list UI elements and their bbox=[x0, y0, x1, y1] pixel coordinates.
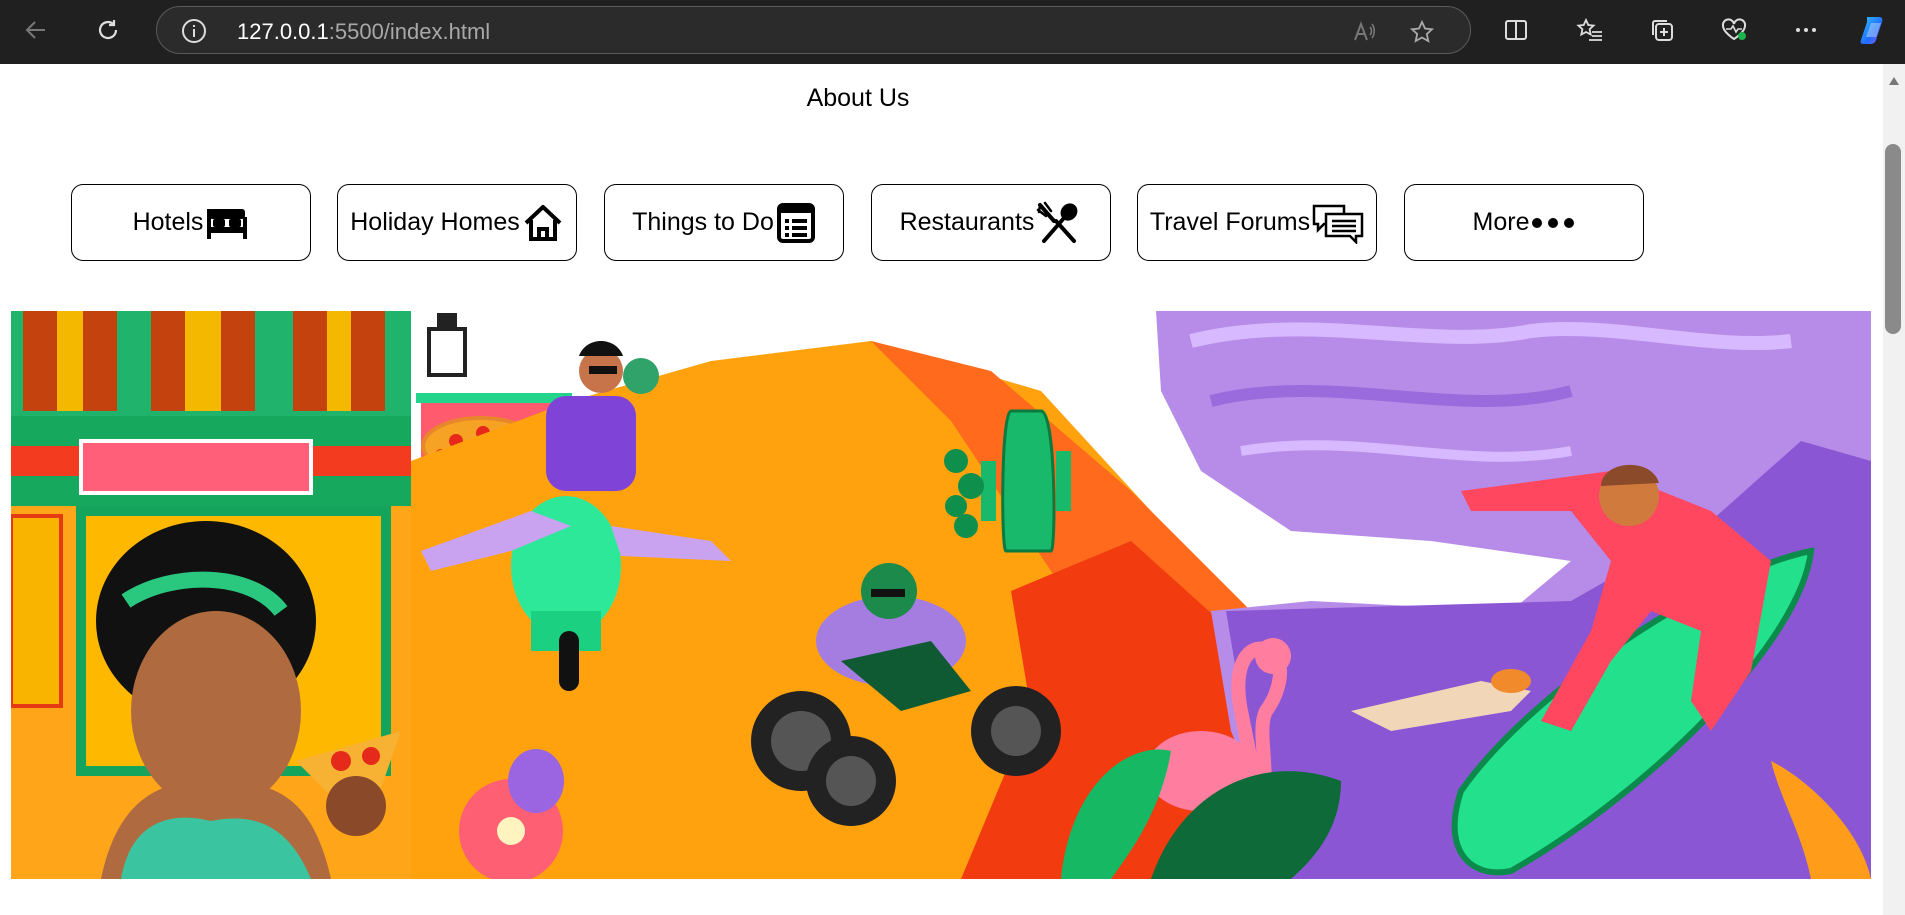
refresh-icon bbox=[98, 20, 118, 40]
chat-bubbles-icon bbox=[1312, 204, 1364, 244]
bed-icon bbox=[207, 208, 248, 239]
restaurants-label: Restaurants bbox=[899, 208, 1035, 236]
travel-forums-label: Travel Forums bbox=[1149, 208, 1311, 236]
hotels-label: Hotels bbox=[132, 208, 204, 236]
page-viewport: About Us Hotels Holiday Homes Things to … bbox=[0, 64, 1883, 915]
scroll-up-arrow-icon[interactable] bbox=[1888, 76, 1900, 86]
url-path: :5500/index.html bbox=[328, 19, 491, 44]
list-icon bbox=[776, 202, 815, 243]
three-dots-icon bbox=[1532, 217, 1575, 228]
vertical-scrollbar[interactable] bbox=[1883, 64, 1905, 915]
collections-button[interactable] bbox=[1644, 12, 1680, 48]
address-bar[interactable]: 127.0.0.1:5500/index.html bbox=[156, 6, 1471, 54]
browser-essentials-button[interactable] bbox=[1716, 12, 1752, 48]
split-screen-button[interactable] bbox=[1498, 12, 1534, 48]
copilot-icon bbox=[1860, 17, 1883, 44]
things-to-do-label: Things to Do bbox=[632, 208, 774, 236]
restaurants-button[interactable]: Restaurants bbox=[871, 184, 1111, 261]
fork-spoon-icon bbox=[1037, 201, 1078, 243]
url-text[interactable]: 127.0.0.1:5500/index.html bbox=[237, 19, 490, 45]
split-screen-icon bbox=[1505, 20, 1527, 40]
things-to-do-button[interactable]: Things to Do bbox=[604, 184, 844, 261]
read-aloud-icon[interactable] bbox=[1351, 19, 1377, 45]
back-button[interactable] bbox=[18, 12, 54, 48]
info-icon[interactable] bbox=[181, 18, 207, 44]
collections-icon bbox=[1652, 20, 1673, 41]
house-icon bbox=[524, 204, 562, 241]
more-label: More bbox=[1472, 208, 1530, 236]
hotels-button[interactable]: Hotels bbox=[71, 184, 311, 261]
more-dots-icon bbox=[1796, 28, 1816, 32]
travel-illustration-banner bbox=[11, 311, 1871, 879]
favorite-star-icon[interactable] bbox=[1409, 19, 1435, 45]
favorites-button[interactable] bbox=[1572, 12, 1608, 48]
travel-forums-button[interactable]: Travel Forums bbox=[1137, 184, 1377, 261]
heart-pulse-icon bbox=[1721, 18, 1747, 41]
more-button[interactable]: More bbox=[1404, 184, 1644, 261]
refresh-button[interactable] bbox=[90, 12, 126, 48]
favorites-list-icon bbox=[1576, 17, 1602, 41]
url-host: 127.0.0.1 bbox=[237, 19, 329, 44]
page-heading: About Us bbox=[806, 84, 910, 112]
holiday-homes-label: Holiday Homes bbox=[350, 208, 520, 236]
back-arrow-icon bbox=[25, 21, 45, 39]
browser-toolbar: 127.0.0.1:5500/index.html bbox=[0, 0, 1905, 64]
holiday-homes-button[interactable]: Holiday Homes bbox=[337, 184, 577, 261]
copilot-button[interactable] bbox=[1856, 12, 1892, 48]
scrollbar-thumb[interactable] bbox=[1885, 144, 1901, 334]
settings-more-button[interactable] bbox=[1788, 12, 1824, 48]
